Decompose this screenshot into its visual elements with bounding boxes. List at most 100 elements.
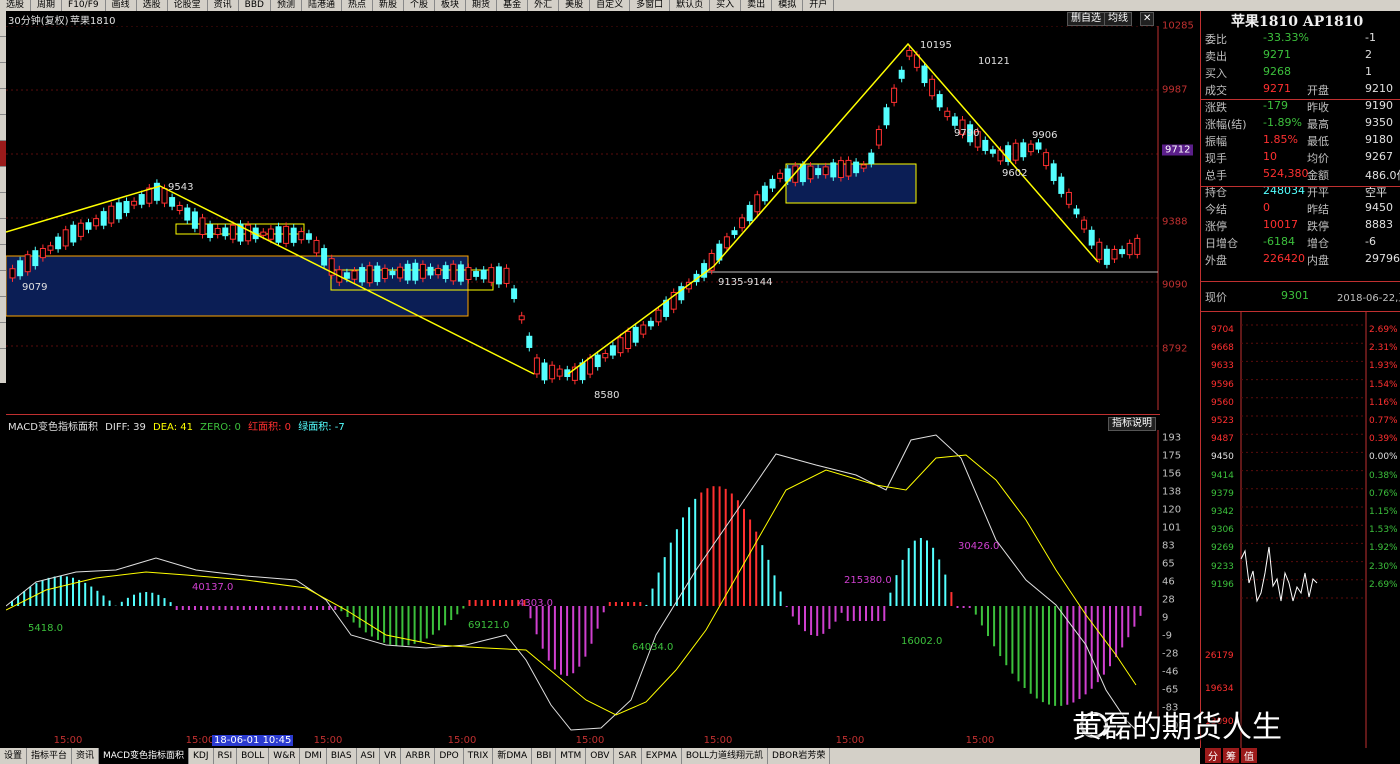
candle bbox=[17, 260, 24, 277]
candle bbox=[199, 217, 206, 235]
toolbar-item[interactable]: 模拟 bbox=[772, 0, 804, 11]
indicator-help-button[interactable]: 指标说明 bbox=[1108, 417, 1156, 431]
indicator-tab[interactable]: DMI bbox=[300, 748, 327, 764]
candle bbox=[807, 165, 814, 180]
candle bbox=[822, 166, 829, 176]
toolbar-item[interactable]: 期货 bbox=[466, 0, 498, 11]
indicator-tab[interactable]: OBV bbox=[586, 748, 615, 764]
toolbar-item[interactable]: 资讯 bbox=[208, 0, 239, 11]
candle bbox=[1058, 176, 1065, 194]
indicator-tab-bar[interactable]: 设置 指标平台 资讯 MACD变色指标面积 KDJ RSI BOLL W&R DMI BIAS AS… bbox=[0, 748, 1200, 764]
indicator-tab[interactable]: 指标平台 bbox=[27, 748, 73, 764]
toolbar-item[interactable]: 陆港通 bbox=[302, 0, 342, 11]
toolbar-item[interactable]: 板块 bbox=[435, 0, 467, 11]
annotation-high3: 10121 bbox=[978, 56, 1010, 67]
candle bbox=[131, 200, 138, 206]
candle bbox=[389, 270, 396, 276]
indicator-tab[interactable]: KDJ bbox=[189, 748, 214, 764]
toolbar-item[interactable]: 选股 bbox=[137, 0, 168, 11]
indicator-tab[interactable]: VR bbox=[380, 748, 402, 764]
indicator-tab[interactable]: EXPMA bbox=[642, 748, 682, 764]
toolbar-item[interactable]: 选股 bbox=[0, 0, 32, 11]
toolbar-item[interactable]: 论股堂 bbox=[168, 0, 208, 11]
time-label: 15:00 bbox=[965, 735, 995, 746]
candlestick-chart[interactable]: 9543 9079 8580 10195 10121 9790 9602 990… bbox=[6, 26, 1160, 410]
macd-tick: -9 bbox=[1162, 630, 1172, 642]
toolbar-item[interactable]: 买入 bbox=[710, 0, 742, 11]
toolbar-item[interactable]: 画线 bbox=[106, 0, 137, 11]
candle bbox=[290, 227, 297, 243]
candle bbox=[495, 266, 502, 285]
candle bbox=[1081, 219, 1088, 230]
indicator-tab[interactable]: BBI bbox=[532, 748, 557, 764]
indicator-tab[interactable]: DPO bbox=[435, 748, 464, 764]
toolbar-item[interactable]: 热点 bbox=[342, 0, 373, 11]
macd-tick: -28 bbox=[1162, 648, 1179, 660]
toolbar-item[interactable]: 卖出 bbox=[741, 0, 773, 11]
candle bbox=[632, 326, 639, 343]
indicator-tab[interactable]: BOLL力道线翔元凯 bbox=[682, 748, 769, 764]
toolbar-item[interactable]: 周期 bbox=[31, 0, 63, 11]
indicator-tab[interactable]: MTM bbox=[556, 748, 587, 764]
toolbar-item[interactable]: 自定义 bbox=[590, 0, 631, 11]
candle bbox=[1020, 142, 1027, 158]
delete-watchlist-button[interactable]: 删自选 bbox=[1067, 12, 1105, 26]
candle bbox=[176, 204, 183, 211]
quote-row: 现手 10 均价 9267 bbox=[1205, 150, 1393, 165]
indicator-tab[interactable]: DBOR岩芳荣 bbox=[768, 748, 831, 764]
indicator-tab[interactable]: ASI bbox=[357, 748, 381, 764]
toolbar-item[interactable]: 个股 bbox=[404, 0, 436, 11]
candle bbox=[267, 228, 274, 240]
indicator-tab[interactable]: MACD变色指标面积 bbox=[99, 748, 190, 764]
quote-panel-tabs[interactable]: 分筹值 bbox=[1205, 748, 1259, 763]
time-label: 15:00 bbox=[313, 735, 343, 746]
toolbar-item[interactable]: 默认页 bbox=[670, 0, 711, 11]
moving-average-button[interactable]: 均线 bbox=[1104, 12, 1132, 26]
candle bbox=[1012, 142, 1019, 161]
candle bbox=[108, 205, 115, 224]
toolbar-item[interactable]: 美股 bbox=[559, 0, 591, 11]
candle bbox=[594, 354, 601, 368]
indicator-tab[interactable]: 新DMA bbox=[493, 748, 533, 764]
toolbar-item[interactable]: 多窗口 bbox=[630, 0, 671, 11]
indicator-tab[interactable]: RSI bbox=[214, 748, 238, 764]
toolbar-item[interactable]: F10/F9 bbox=[62, 0, 106, 11]
close-icon[interactable]: ✕ bbox=[1140, 12, 1155, 26]
svg-text:5418.0: 5418.0 bbox=[28, 623, 63, 634]
macd-tick: 156 bbox=[1162, 468, 1182, 480]
indicator-tab[interactable]: SAR bbox=[614, 748, 642, 764]
indicator-tab[interactable]: BOLL bbox=[237, 748, 270, 764]
toolbar-item[interactable]: BBD bbox=[239, 0, 271, 11]
candle bbox=[533, 357, 540, 375]
candle bbox=[70, 224, 77, 243]
candle bbox=[169, 197, 176, 207]
candle bbox=[761, 185, 768, 202]
candle bbox=[731, 230, 738, 235]
svg-text:69121.0: 69121.0 bbox=[468, 620, 509, 631]
toolbar-item[interactable]: 预测 bbox=[271, 0, 302, 11]
candle bbox=[1088, 229, 1095, 246]
chart-symbol: 苹果1810 bbox=[70, 16, 116, 27]
macd-tick: 175 bbox=[1162, 450, 1182, 462]
svg-text:64034.0: 64034.0 bbox=[632, 642, 673, 653]
indicator-tab[interactable]: ARBR bbox=[401, 748, 436, 764]
toolbar-item[interactable]: 新股 bbox=[373, 0, 405, 11]
candle bbox=[868, 152, 875, 164]
mini-price-tick: 9596 bbox=[1211, 379, 1234, 390]
candle bbox=[404, 263, 411, 281]
indicator-tab[interactable]: BIAS bbox=[327, 748, 357, 764]
consolidation-box-1 bbox=[6, 255, 469, 317]
candle bbox=[374, 265, 381, 283]
indicator-tab[interactable]: 设置 bbox=[0, 748, 28, 764]
toolbar-item[interactable]: 开户 bbox=[803, 0, 835, 11]
candle bbox=[123, 200, 130, 214]
macd-chart[interactable]: 5418.0 40137.0 69121.0 4303.0 64034.0 21… bbox=[6, 430, 1160, 732]
indicator-tab[interactable]: TRIX bbox=[464, 748, 494, 764]
indicator-tab[interactable]: 资讯 bbox=[72, 748, 100, 764]
indicator-tab[interactable]: W&R bbox=[269, 748, 301, 764]
toolbar-item[interactable]: 外汇 bbox=[528, 0, 560, 11]
candle bbox=[298, 231, 305, 241]
candle bbox=[442, 265, 449, 280]
toolbar-item[interactable]: 基金 bbox=[497, 0, 529, 11]
candle bbox=[115, 202, 122, 220]
